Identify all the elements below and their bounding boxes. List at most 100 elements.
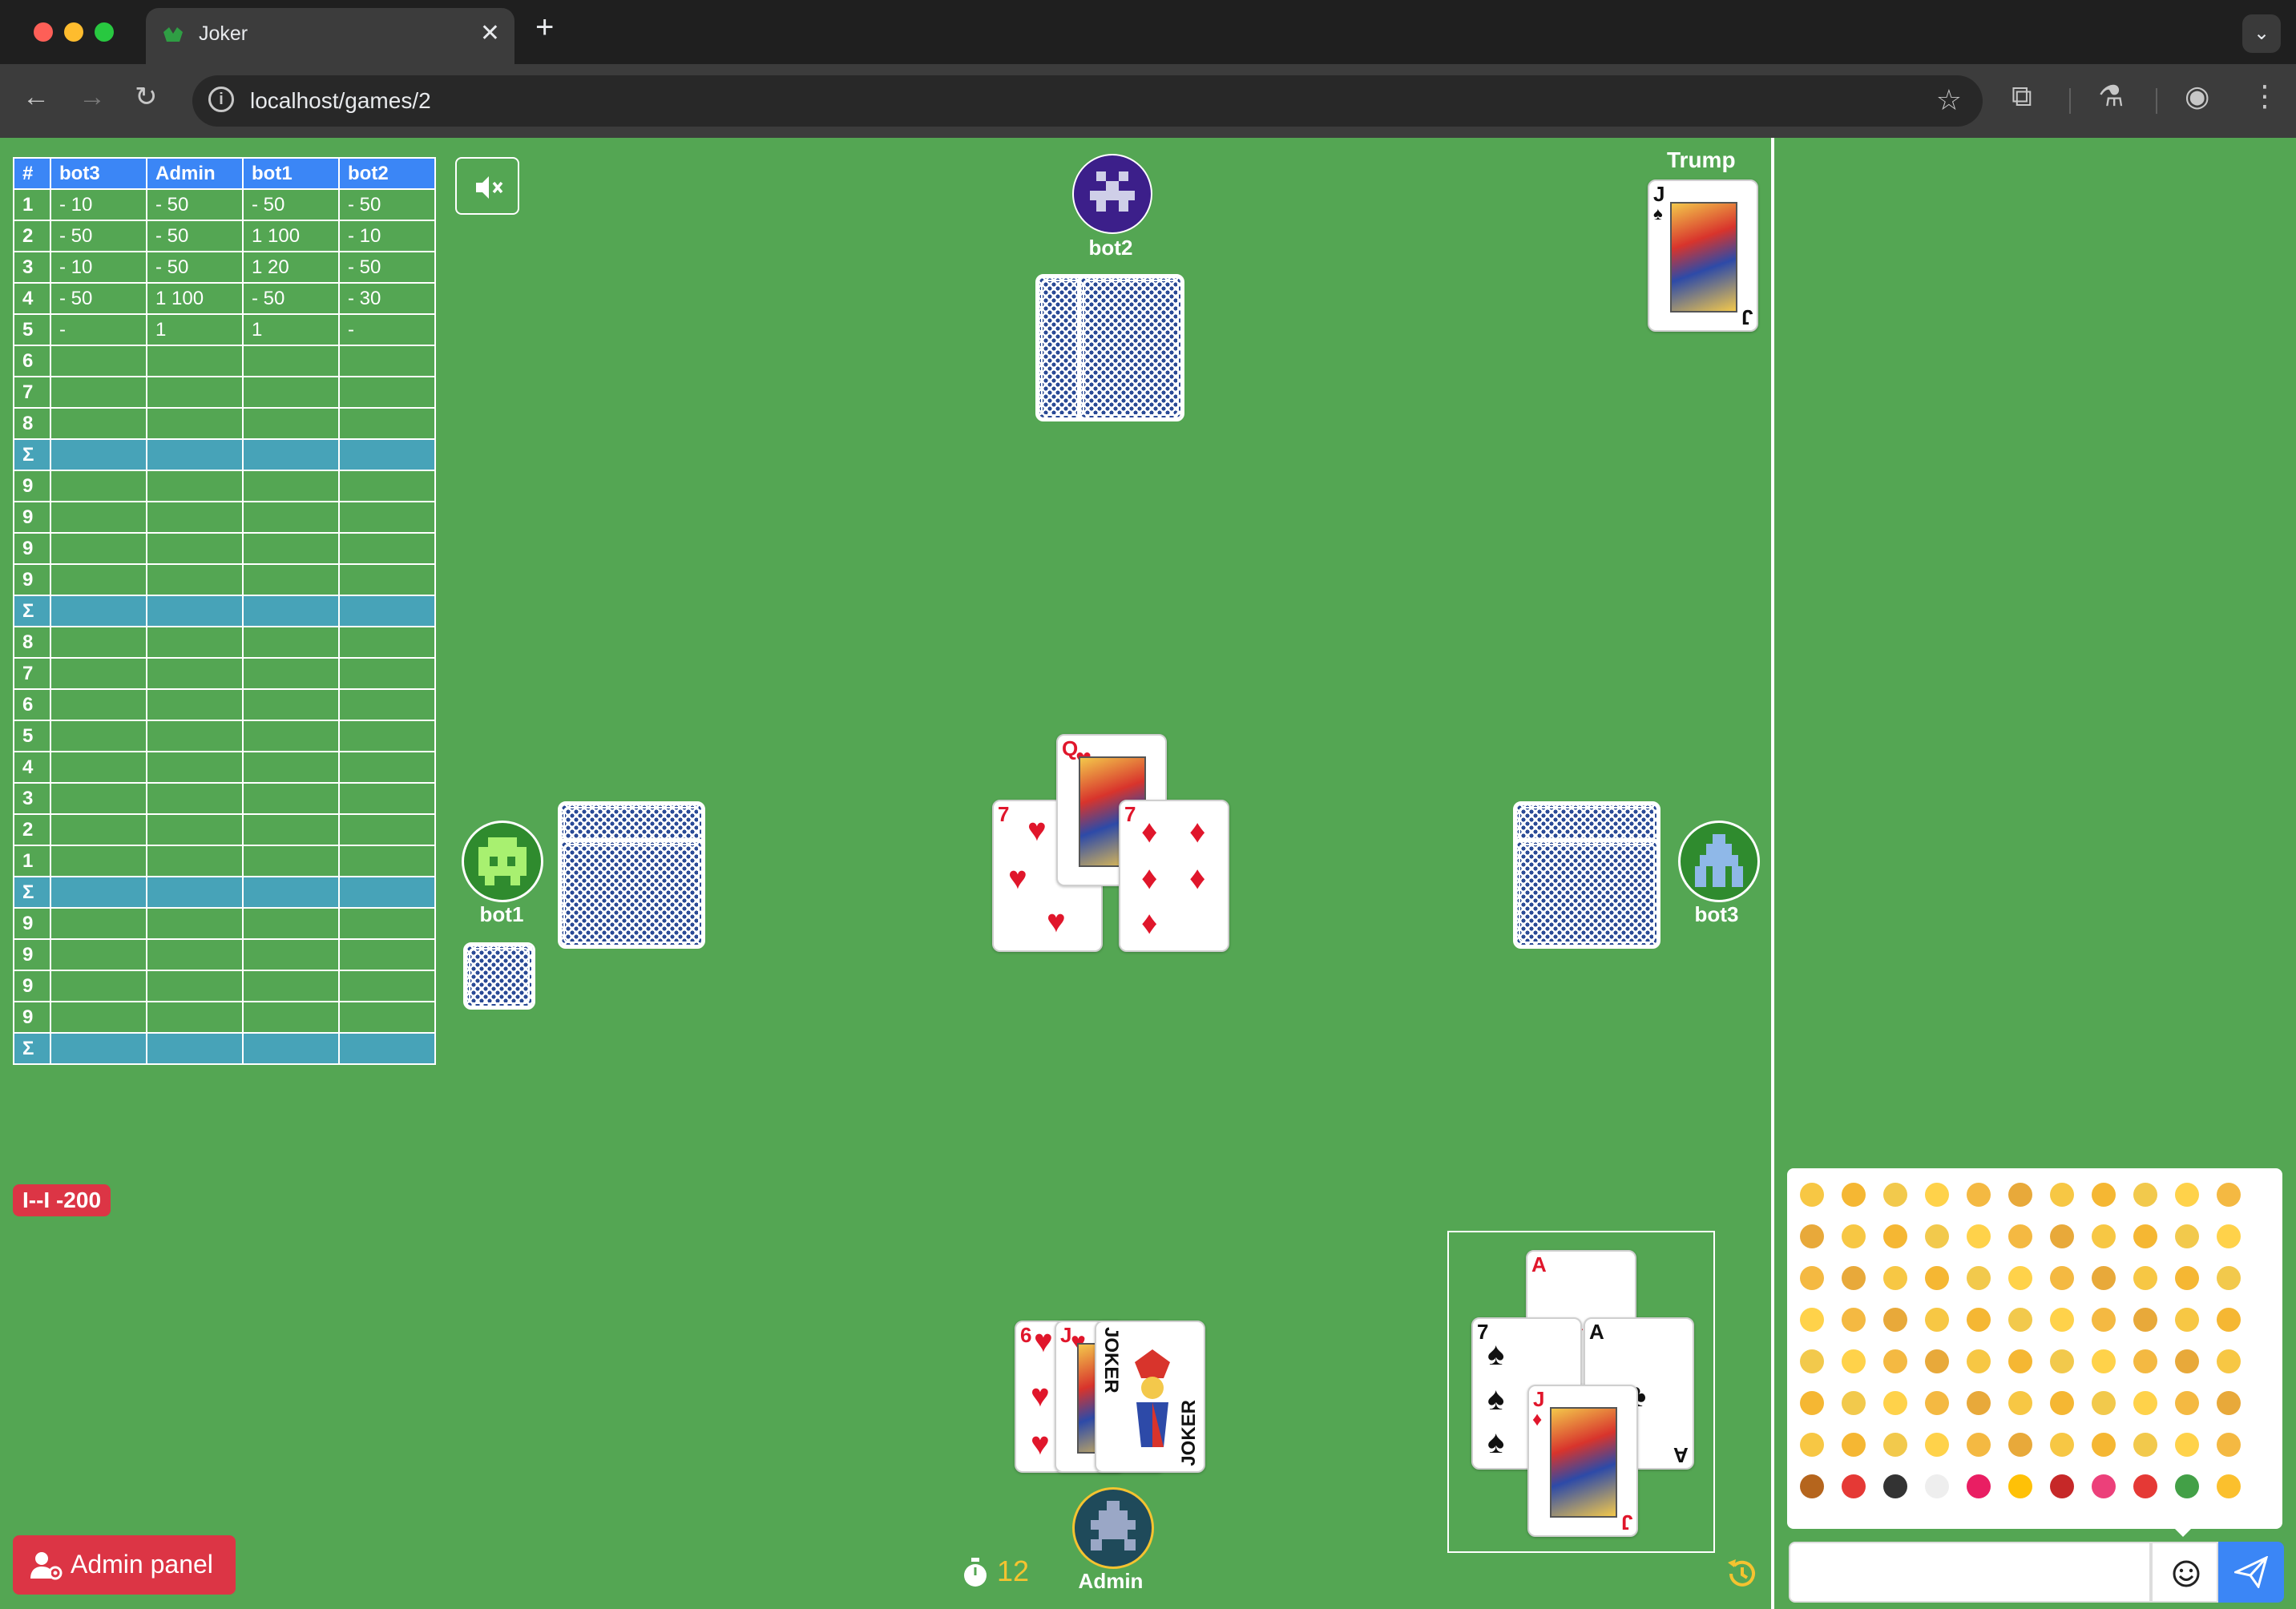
address-bar[interactable]: i localhost/games/2 ☆ xyxy=(192,75,1983,127)
tab-close-icon[interactable]: ✕ xyxy=(480,19,500,47)
emoji-icon[interactable] xyxy=(1800,1308,1824,1332)
emoji-icon[interactable] xyxy=(2008,1266,2032,1290)
emoji-icon[interactable] xyxy=(1800,1349,1824,1373)
emoji-icon[interactable] xyxy=(2175,1308,2199,1332)
hand-card-joker[interactable]: JOKER JOKER xyxy=(1095,1321,1205,1473)
emoji-icon[interactable] xyxy=(1925,1183,1949,1207)
extensions-puzzle-icon[interactable]: ⧉ xyxy=(2012,82,2032,111)
emoji-icon[interactable] xyxy=(2175,1391,2199,1415)
emoji-icon[interactable] xyxy=(2008,1183,2032,1207)
emoji-icon[interactable] xyxy=(2175,1349,2199,1373)
back-arrow-icon[interactable]: ← xyxy=(22,83,50,111)
send-message-button[interactable] xyxy=(2218,1542,2284,1603)
emoji-icon[interactable] xyxy=(1925,1266,1949,1290)
emoji-icon[interactable] xyxy=(2175,1433,2199,1457)
emoji-toggle-button[interactable] xyxy=(2151,1542,2218,1603)
emoji-icon[interactable] xyxy=(2092,1433,2116,1457)
emoji-icon[interactable] xyxy=(1842,1391,1866,1415)
emoji-icon[interactable] xyxy=(1800,1266,1824,1290)
emoji-icon[interactable] xyxy=(1925,1391,1949,1415)
emoji-icon[interactable] xyxy=(2217,1349,2241,1373)
emoji-icon[interactable] xyxy=(2175,1474,2199,1498)
emoji-icon[interactable] xyxy=(2008,1474,2032,1498)
emoji-icon[interactable] xyxy=(2217,1183,2241,1207)
emoji-icon[interactable] xyxy=(2008,1391,2032,1415)
emoji-icon[interactable] xyxy=(1800,1474,1824,1498)
emoji-icon[interactable] xyxy=(1842,1183,1866,1207)
emoji-icon[interactable] xyxy=(2133,1391,2157,1415)
emoji-icon[interactable] xyxy=(2175,1183,2199,1207)
emoji-icon[interactable] xyxy=(2050,1308,2074,1332)
emoji-icon[interactable] xyxy=(2092,1349,2116,1373)
emoji-icon[interactable] xyxy=(1883,1349,1907,1373)
emoji-icon[interactable] xyxy=(1883,1474,1907,1498)
emoji-icon[interactable] xyxy=(1883,1224,1907,1248)
emoji-icon[interactable] xyxy=(1925,1224,1949,1248)
emoji-icon[interactable] xyxy=(2217,1474,2241,1498)
emoji-icon[interactable] xyxy=(1967,1349,1991,1373)
mute-button[interactable] xyxy=(455,157,519,215)
emoji-icon[interactable] xyxy=(2217,1224,2241,1248)
emoji-icon[interactable] xyxy=(1925,1349,1949,1373)
bookmark-star-icon[interactable]: ☆ xyxy=(1936,83,1962,117)
emoji-icon[interactable] xyxy=(2050,1433,2074,1457)
chat-input[interactable] xyxy=(1789,1542,2151,1603)
emoji-icon[interactable] xyxy=(1842,1474,1866,1498)
emoji-icon[interactable] xyxy=(1883,1266,1907,1290)
emoji-icon[interactable] xyxy=(1883,1183,1907,1207)
emoji-icon[interactable] xyxy=(1925,1433,1949,1457)
emoji-icon[interactable] xyxy=(1967,1308,1991,1332)
emoji-icon[interactable] xyxy=(2133,1183,2157,1207)
maximize-window-button[interactable] xyxy=(95,22,114,42)
tab-search-chevron-icon[interactable]: ⌄ xyxy=(2242,14,2281,53)
emoji-icon[interactable] xyxy=(1967,1224,1991,1248)
emoji-icon[interactable] xyxy=(2217,1391,2241,1415)
site-info-icon[interactable]: i xyxy=(208,87,234,112)
emoji-icon[interactable] xyxy=(2050,1391,2074,1415)
emoji-icon[interactable] xyxy=(1967,1266,1991,1290)
emoji-icon[interactable] xyxy=(2050,1183,2074,1207)
emoji-icon[interactable] xyxy=(1842,1349,1866,1373)
new-tab-button[interactable]: + xyxy=(535,11,554,43)
emoji-icon[interactable] xyxy=(2217,1266,2241,1290)
emoji-icon[interactable] xyxy=(2092,1308,2116,1332)
emoji-icon[interactable] xyxy=(2175,1266,2199,1290)
forward-arrow-icon[interactable]: → xyxy=(79,83,106,111)
emoji-icon[interactable] xyxy=(1800,1391,1824,1415)
emoji-icon[interactable] xyxy=(1967,1474,1991,1498)
emoji-icon[interactable] xyxy=(2050,1474,2074,1498)
emoji-icon[interactable] xyxy=(2217,1308,2241,1332)
emoji-icon[interactable] xyxy=(2008,1433,2032,1457)
emoji-icon[interactable] xyxy=(1925,1474,1949,1498)
emoji-icon[interactable] xyxy=(1967,1433,1991,1457)
emoji-icon[interactable] xyxy=(1800,1433,1824,1457)
emoji-icon[interactable] xyxy=(2092,1183,2116,1207)
emoji-icon[interactable] xyxy=(2008,1224,2032,1248)
emoji-icon[interactable] xyxy=(1883,1433,1907,1457)
emoji-icon[interactable] xyxy=(1842,1224,1866,1248)
emoji-icon[interactable] xyxy=(2008,1349,2032,1373)
emoji-icon[interactable] xyxy=(1842,1266,1866,1290)
emoji-icon[interactable] xyxy=(2092,1391,2116,1415)
emoji-icon[interactable] xyxy=(1967,1391,1991,1415)
emoji-icon[interactable] xyxy=(1842,1308,1866,1332)
minimize-window-button[interactable] xyxy=(64,22,83,42)
emoji-icon[interactable] xyxy=(2050,1349,2074,1373)
emoji-icon[interactable] xyxy=(2092,1266,2116,1290)
admin-panel-button[interactable]: Admin panel xyxy=(13,1535,236,1595)
emoji-icon[interactable] xyxy=(2092,1474,2116,1498)
emoji-icon[interactable] xyxy=(1842,1433,1866,1457)
emoji-icon[interactable] xyxy=(2175,1224,2199,1248)
emoji-icon[interactable] xyxy=(2133,1474,2157,1498)
profile-icon[interactable]: ◉ xyxy=(2185,82,2209,111)
emoji-icon[interactable] xyxy=(2133,1433,2157,1457)
tab-joker[interactable]: Joker ✕ xyxy=(146,8,514,64)
emoji-icon[interactable] xyxy=(2133,1266,2157,1290)
emoji-icon[interactable] xyxy=(2133,1224,2157,1248)
emoji-icon[interactable] xyxy=(2133,1349,2157,1373)
emoji-icon[interactable] xyxy=(2133,1308,2157,1332)
history-icon[interactable] xyxy=(1725,1556,1760,1591)
emoji-icon[interactable] xyxy=(1800,1224,1824,1248)
kebab-menu-icon[interactable]: ⋮ xyxy=(2250,82,2279,111)
emoji-icon[interactable] xyxy=(1967,1183,1991,1207)
